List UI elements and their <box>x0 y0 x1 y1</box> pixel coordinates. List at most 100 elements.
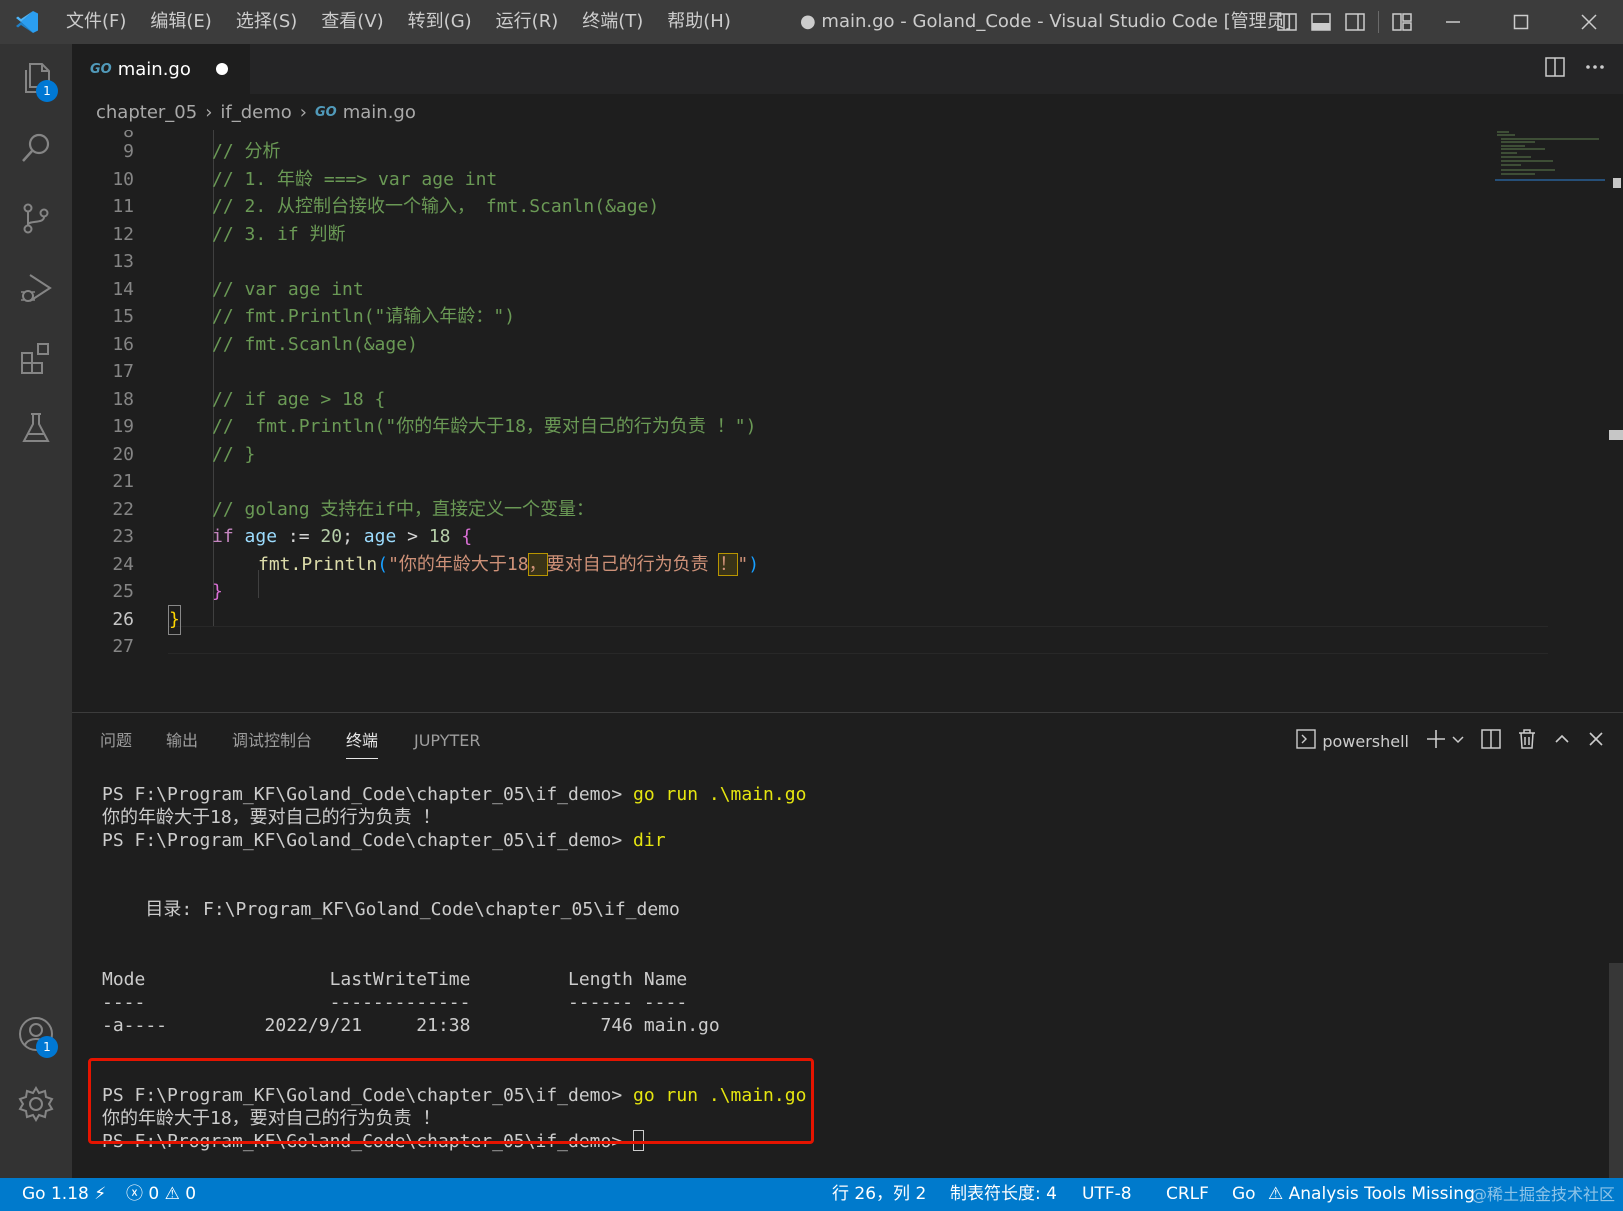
lightning-icon: ⚡ <box>94 1184 107 1204</box>
title-bar: 文件(F) 编辑(E) 选择(S) 查看(V) 转到(G) 运行(R) 终端(T… <box>0 0 1623 44</box>
accounts-icon[interactable]: 1 <box>0 1000 72 1068</box>
paren-token: ( <box>377 554 389 575</box>
menu-edit[interactable]: 编辑(E) <box>138 0 223 44</box>
code-line: 17 <box>72 358 1552 386</box>
terminal-command: dir <box>633 830 666 851</box>
language-mode[interactable]: Go <box>1232 1178 1256 1211</box>
source-control-icon[interactable] <box>0 184 72 252</box>
extensions-icon[interactable] <box>0 324 72 392</box>
tab-debug-console[interactable]: 调试控制台 <box>232 713 312 769</box>
warning-icon: ⚠ <box>164 1184 180 1204</box>
tab-problems[interactable]: 问题 <box>100 713 132 769</box>
separator <box>1378 11 1379 33</box>
customize-layout-icon[interactable] <box>1385 0 1419 44</box>
tab-terminal[interactable]: 终端 <box>346 713 379 759</box>
minimize-icon[interactable] <box>1419 0 1487 44</box>
code-line: 11 // 2. 从控制台接收一个输入， fmt.Scanln(&age) <box>72 193 1552 221</box>
highlight-box <box>88 1058 814 1144</box>
chevron-up-icon[interactable] <box>1553 730 1571 752</box>
error-icon: ⓧ <box>126 1184 143 1204</box>
encoding[interactable]: UTF-8 <box>1082 1178 1132 1211</box>
close-window-icon[interactable] <box>1555 0 1623 44</box>
code-line: 10 // 1. 年龄 ===> var age int <box>72 166 1552 194</box>
minimap[interactable] <box>1495 130 1605 182</box>
code-text: fmt.Println("你的年龄大于18，要对自己的行为负责 ！") <box>258 551 759 579</box>
analysis-label: Analysis Tools Missing <box>1288 1184 1475 1204</box>
terminal-prompt: PS F:\Program_KF\Goland_Code\chapter_05\… <box>102 784 634 805</box>
tab-jupyter[interactable]: JUPYTER <box>414 713 481 769</box>
menu-file[interactable]: 文件(F) <box>54 0 138 44</box>
menu-terminal[interactable]: 终端(T) <box>570 0 655 44</box>
line-number: 25 <box>112 581 134 602</box>
code-line: 16 // fmt.Scanln(&age) <box>72 331 1552 359</box>
testing-flask-icon[interactable] <box>0 394 72 462</box>
toggle-panel-icon[interactable] <box>1304 0 1338 44</box>
code-line: 13 <box>72 248 1552 276</box>
menu-selection[interactable]: 选择(S) <box>224 0 309 44</box>
editor-tabs: GO main.go <box>72 44 1623 94</box>
code-line: 24 fmt.Println("你的年龄大于18，要对自己的行为负责 ！") <box>72 551 1552 579</box>
menu-help[interactable]: 帮助(H) <box>655 0 743 44</box>
settings-gear-icon[interactable] <box>0 1070 72 1138</box>
more-actions-icon[interactable] <box>1585 57 1605 81</box>
code-text: // 分析 <box>212 141 281 162</box>
breadcrumb-item[interactable]: main.go <box>343 102 416 123</box>
indentation[interactable]: 制表符长度: 4 <box>950 1178 1057 1211</box>
problems-indicator[interactable]: ⓧ 0 ⚠ 0 <box>126 1178 196 1211</box>
new-terminal-icon[interactable] <box>1425 728 1447 754</box>
status-bar: Go 1.18 ⚡ ⓧ 0 ⚠ 0 行 26，列 2 制表符长度: 4 UTF-… <box>0 1178 1623 1211</box>
chevron-down-icon[interactable] <box>1451 732 1465 751</box>
split-editor-icon[interactable] <box>1545 57 1565 81</box>
code-line: 21 <box>72 468 1552 496</box>
unsaved-dot-icon[interactable] <box>216 63 228 75</box>
line-number: 21 <box>112 471 134 492</box>
terminal-line: ---- ------------- ------ ---- <box>102 992 688 1013</box>
panel-actions: powershell <box>1296 713 1605 769</box>
operator-token: ; <box>342 526 364 547</box>
search-icon[interactable] <box>0 114 72 182</box>
cursor-position[interactable]: 行 26，列 2 <box>832 1178 926 1211</box>
end-of-line[interactable]: CRLF <box>1166 1178 1209 1211</box>
title-controls <box>1270 0 1623 44</box>
tab-main-go[interactable]: GO main.go <box>72 44 250 94</box>
tab-output[interactable]: 输出 <box>166 713 198 769</box>
terminal-command: go run .\main.go <box>633 784 807 805</box>
code-editor[interactable]: 8 9// 分析 10// 1. 年龄 ===> var age int 11/… <box>72 130 1623 712</box>
menu-view[interactable]: 查看(V) <box>309 0 395 44</box>
line-number: 15 <box>112 306 134 327</box>
terminal-scrollbar[interactable] <box>1609 963 1623 1179</box>
split-terminal-icon[interactable] <box>1481 729 1501 753</box>
line-number: 27 <box>112 636 134 657</box>
code-line: 12 // 3. if 判断 <box>72 221 1552 249</box>
code-line: 19 // fmt.Println("你的年龄大于18，要对自己的行为负责 ！") <box>72 413 1552 441</box>
toggle-sidebar-icon[interactable] <box>1270 0 1304 44</box>
go-version[interactable]: Go 1.18 ⚡ <box>22 1178 106 1211</box>
trash-icon[interactable] <box>1517 728 1537 754</box>
run-debug-icon[interactable] <box>0 254 72 322</box>
operator-token: := <box>277 526 321 547</box>
activity-bar: 1 1 <box>0 44 72 1178</box>
menu-go[interactable]: 转到(G) <box>396 0 484 44</box>
close-panel-icon[interactable] <box>1587 730 1605 752</box>
menu-run[interactable]: 运行(R) <box>484 0 571 44</box>
menu-bar: 文件(F) 编辑(E) 选择(S) 查看(V) 转到(G) 运行(R) 终端(T… <box>54 0 743 44</box>
code-line: 25} <box>72 578 1552 606</box>
terminal-shell-label[interactable]: powershell <box>1322 732 1409 751</box>
chevron-right-icon: › <box>299 101 307 123</box>
tab-label: main.go <box>117 58 191 80</box>
function-token: fmt.Println <box>258 554 378 575</box>
line-number: 9 <box>123 141 134 162</box>
code-text: // golang 支持在if中，直接定义一个变量： <box>212 499 595 520</box>
breadcrumb-item[interactable]: if_demo <box>220 102 291 123</box>
line-number: 16 <box>112 334 134 355</box>
explorer-icon[interactable]: 1 <box>0 44 72 112</box>
toggle-secondary-sidebar-icon[interactable] <box>1338 0 1372 44</box>
analysis-tools[interactable]: ⚠ Analysis Tools Missing <box>1268 1178 1475 1211</box>
string-token: 要对自己的行为负责 <box>546 554 720 575</box>
brace-token: } <box>212 581 223 602</box>
breadcrumb-item[interactable]: chapter_05 <box>96 102 197 123</box>
go-version-label: Go 1.18 <box>22 1184 89 1204</box>
editor-scrollbar[interactable] <box>1609 130 1623 712</box>
terminal-line: PS F:\Program_KF\Goland_Code\chapter_05\… <box>102 783 806 806</box>
maximize-icon[interactable] <box>1487 0 1555 44</box>
